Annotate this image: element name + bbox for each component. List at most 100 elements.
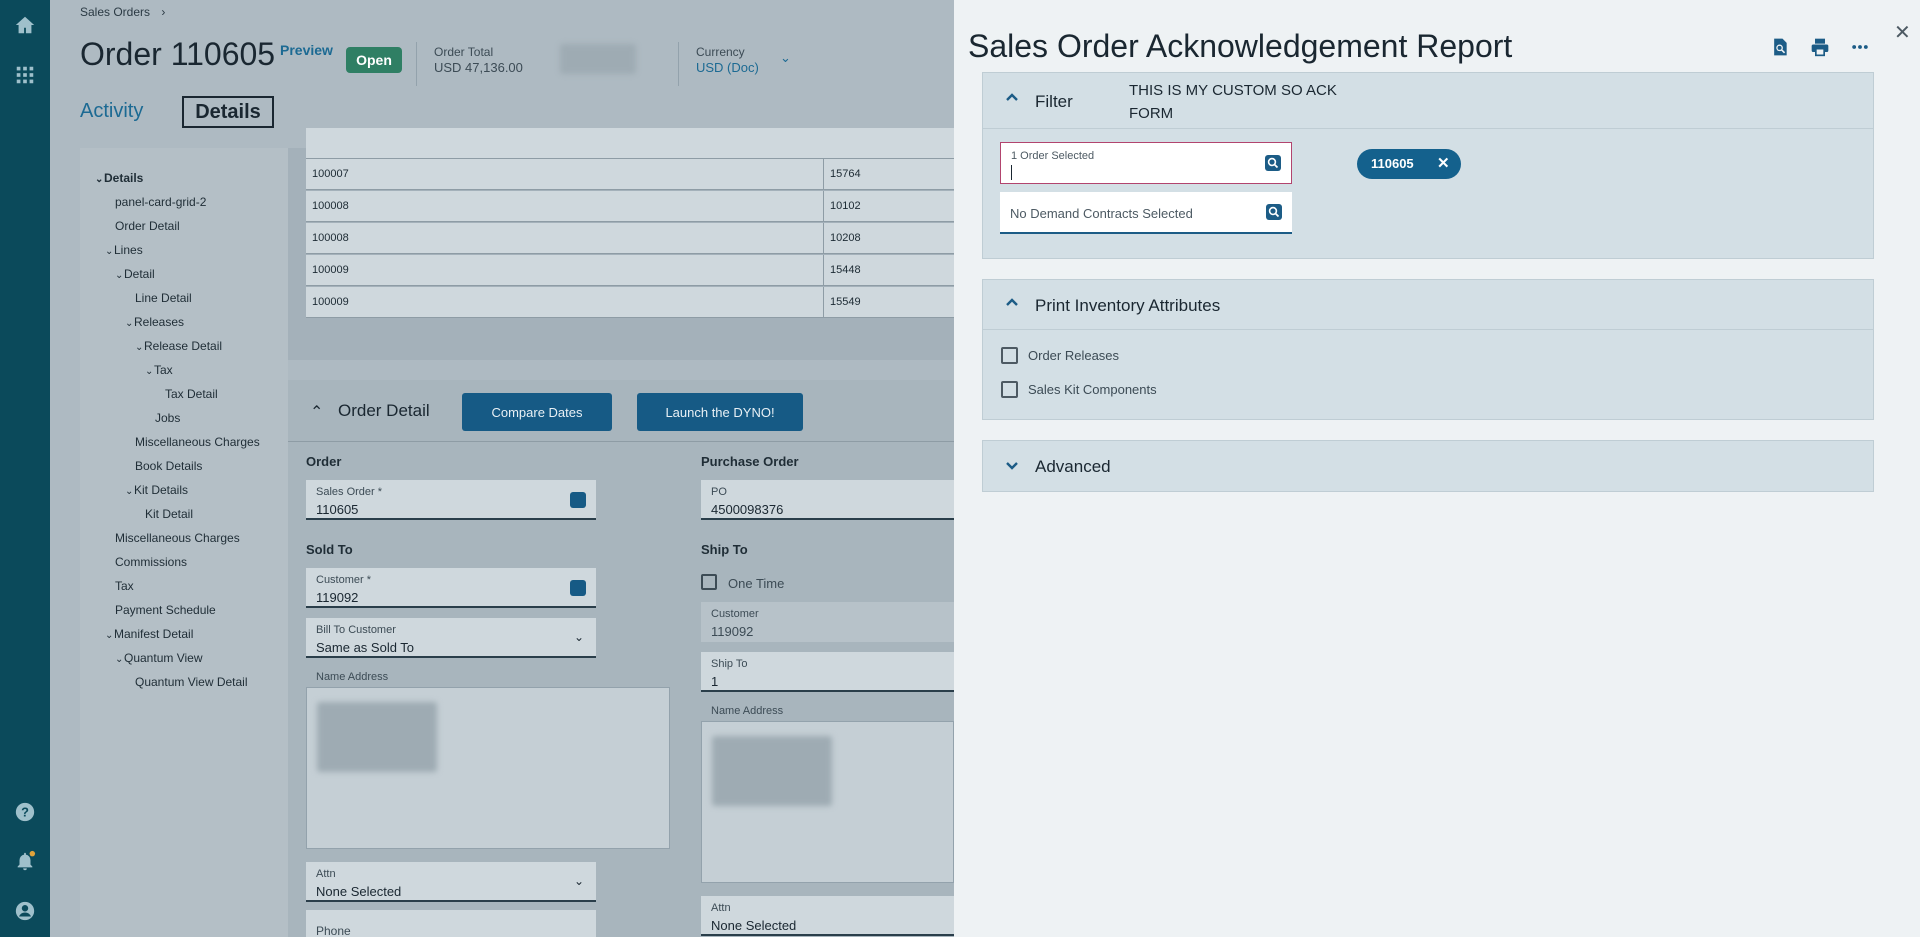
- column-divider: [823, 223, 824, 254]
- expand-chevron-down-icon[interactable]: [1005, 459, 1019, 473]
- tree-item-label: Manifest Detail: [114, 627, 194, 641]
- home-icon[interactable]: [13, 13, 37, 37]
- name-address-textarea[interactable]: [306, 687, 670, 849]
- print-inventory-header[interactable]: Print Inventory Attributes: [983, 280, 1873, 330]
- chevron-down-icon[interactable]: ⌄: [125, 318, 134, 329]
- breadcrumb-sales-orders[interactable]: Sales Orders: [80, 5, 150, 19]
- sales-order-label: Sales Order *: [316, 486, 383, 498]
- tree-item[interactable]: Payment Schedule: [115, 603, 216, 617]
- tree-item[interactable]: ⌄Quantum View: [115, 651, 203, 665]
- chevron-down-icon[interactable]: ⌄: [105, 630, 114, 641]
- chevron-down-icon[interactable]: ⌄: [115, 654, 124, 665]
- compare-dates-button[interactable]: Compare Dates: [462, 393, 612, 431]
- table-row[interactable]: 100009 15549: [306, 287, 954, 318]
- tree-item[interactable]: Order Detail: [115, 219, 180, 233]
- blurred-field: [560, 44, 636, 74]
- demand-contracts-input[interactable]: No Demand Contracts Selected: [1000, 192, 1292, 234]
- advanced-header[interactable]: Advanced: [983, 441, 1873, 491]
- tree-item[interactable]: ⌄Lines: [105, 243, 143, 257]
- print-icon[interactable]: [1809, 36, 1831, 58]
- lookup-search-icon[interactable]: [1266, 204, 1282, 220]
- tab-activity[interactable]: Activity: [80, 100, 143, 123]
- help-icon[interactable]: ?: [13, 800, 37, 824]
- launch-dyno-button[interactable]: Launch the DYNO!: [637, 393, 803, 431]
- bill-to-label: Bill To Customer: [316, 624, 396, 636]
- tree-item[interactable]: Tax: [115, 579, 134, 593]
- more-options-icon[interactable]: [1849, 36, 1871, 58]
- order-releases-checkbox[interactable]: [1001, 347, 1018, 364]
- chevron-down-icon[interactable]: ⌄: [145, 366, 154, 377]
- lookup-search-icon[interactable]: [1265, 155, 1281, 171]
- sales-kit-components-checkbox[interactable]: [1001, 381, 1018, 398]
- table-cell: 100009: [312, 264, 349, 276]
- page-title: Order 110605: [80, 36, 276, 72]
- details-tree: ⌄Details panel-card-grid-2 Order Detail ⌄Li…: [80, 148, 288, 937]
- table-cell: 15448: [830, 264, 861, 276]
- tab-details[interactable]: Details: [182, 96, 274, 128]
- one-time-checkbox[interactable]: [701, 574, 717, 590]
- bill-to-customer-select[interactable]: Bill To Customer Same as Sold To ⌄: [306, 618, 596, 658]
- filter-card: Filter THIS IS MY CUSTOM SO ACK FORM 1 O…: [982, 72, 1874, 259]
- table-row[interactable]: [306, 128, 954, 159]
- collapse-chevron-up-icon[interactable]: ⌃: [310, 402, 323, 422]
- tree-item[interactable]: Miscellaneous Charges: [115, 531, 240, 545]
- lookup-search-icon[interactable]: [570, 492, 586, 508]
- table-row[interactable]: 100009 15448: [306, 255, 954, 286]
- tree-item-label: Kit Details: [134, 483, 189, 497]
- lookup-search-icon[interactable]: [570, 580, 586, 596]
- tree-item[interactable]: ⌄Release Detail: [135, 339, 222, 353]
- chevron-down-icon[interactable]: ⌄: [95, 174, 104, 185]
- currency-value[interactable]: USD (Doc): [696, 60, 759, 75]
- tree-item[interactable]: Line Detail: [135, 291, 192, 305]
- collapse-chevron-up-icon[interactable]: [1005, 295, 1019, 309]
- sales-order-field[interactable]: Sales Order * 110605: [306, 480, 596, 520]
- chevron-down-icon[interactable]: ⌄: [125, 486, 134, 497]
- ship-name-address-textarea[interactable]: [701, 721, 954, 883]
- advanced-card[interactable]: Advanced: [982, 440, 1874, 492]
- tree-item[interactable]: Tax Detail: [165, 387, 218, 401]
- preview-link[interactable]: Preview: [280, 42, 333, 58]
- table-row[interactable]: 100007 15764: [306, 159, 954, 190]
- tree-item[interactable]: ⌄Details: [95, 171, 143, 185]
- chevron-down-icon[interactable]: ⌄: [115, 270, 124, 281]
- customer-field[interactable]: Customer * 119092: [306, 568, 596, 608]
- sales-order-page: Sales Orders › Order 110605 Preview Open…: [50, 0, 954, 937]
- tree-item[interactable]: Commissions: [115, 555, 187, 569]
- tree-item[interactable]: ⌄Releases: [125, 315, 184, 329]
- table-cell: 100008: [312, 232, 349, 244]
- tree-item[interactable]: Quantum View Detail: [135, 675, 248, 689]
- tree-item[interactable]: ⌄Detail: [115, 267, 155, 281]
- filter-header[interactable]: Filter THIS IS MY CUSTOM SO ACK FORM: [983, 73, 1873, 129]
- chevron-down-icon[interactable]: ⌄: [105, 246, 114, 257]
- preview-report-icon[interactable]: [1769, 36, 1791, 58]
- selected-order-chip[interactable]: 110605 ✕: [1357, 149, 1461, 179]
- attn-select[interactable]: Attn None Selected ⌄: [306, 862, 596, 902]
- remove-chip-icon[interactable]: ✕: [1437, 154, 1450, 172]
- notifications-bell-icon[interactable]: [13, 849, 37, 873]
- tree-item[interactable]: ⌄Kit Details: [125, 483, 188, 497]
- phone-field[interactable]: Phone: [306, 910, 596, 937]
- tree-item[interactable]: Miscellaneous Charges: [135, 435, 260, 449]
- tree-item[interactable]: ⌄Tax: [145, 363, 173, 377]
- tree-item[interactable]: panel-card-grid-2: [115, 195, 206, 209]
- tree-item[interactable]: Book Details: [135, 459, 202, 473]
- close-drawer-icon[interactable]: ✕: [1894, 20, 1911, 45]
- orders-select-input[interactable]: 1 Order Selected: [1000, 142, 1292, 184]
- ship-attn-select[interactable]: Attn None Selected: [701, 896, 954, 936]
- apps-grid-icon[interactable]: [13, 63, 37, 87]
- chevron-down-icon[interactable]: ⌄: [135, 342, 144, 353]
- currency-chevron-down-icon[interactable]: ⌄: [780, 50, 791, 66]
- ship-to-field[interactable]: Ship To 1: [701, 652, 954, 692]
- po-field[interactable]: PO 4500098376: [701, 480, 954, 520]
- collapse-chevron-up-icon[interactable]: [1005, 90, 1019, 104]
- tree-item[interactable]: ⌄Manifest Detail: [105, 627, 193, 641]
- order-releases-label: Order Releases: [1028, 348, 1120, 363]
- tree-item[interactable]: Jobs: [155, 411, 180, 425]
- ship-name-address-label: Name Address: [711, 705, 784, 717]
- table-row[interactable]: 100008 10102: [306, 191, 954, 222]
- custom-form-note: THIS IS MY CUSTOM SO ACK FORM: [1129, 82, 1337, 122]
- table-row[interactable]: 100008 10208: [306, 223, 954, 254]
- breadcrumb[interactable]: Sales Orders ›: [80, 5, 165, 19]
- user-profile-icon[interactable]: [13, 899, 37, 923]
- tree-item[interactable]: Kit Detail: [145, 507, 193, 521]
